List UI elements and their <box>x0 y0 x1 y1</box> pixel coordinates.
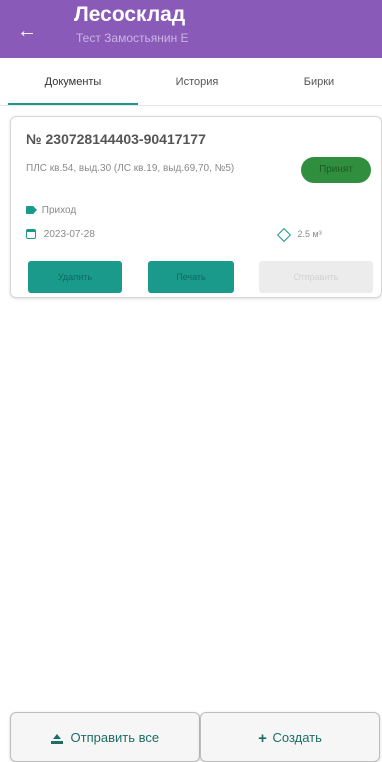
tag-icon <box>26 206 37 215</box>
app-title: Лесосклад <box>74 3 186 26</box>
bottom-action-bar: Отправить все + Создать <box>0 712 382 762</box>
upload-icon <box>50 733 63 744</box>
document-date-row: 2023-07-28 <box>26 229 95 240</box>
plus-icon: + <box>258 729 267 747</box>
arrow-left-icon: ← <box>17 20 37 42</box>
document-description: ПЛС кв.54, выд.30 (ЛС кв.19, выд.69,70, … <box>26 163 235 174</box>
app-subtitle: Тест Замостьянин Е <box>76 31 189 45</box>
document-card[interactable]: № 230728144403-90417177 ПЛС кв.54, выд.3… <box>10 116 382 298</box>
tab-documents[interactable]: Документы <box>8 58 138 106</box>
document-volume: 2.5 м³ <box>297 229 322 239</box>
document-type-row: Приход <box>26 205 76 216</box>
send-button[interactable]: Отправить <box>259 261 373 293</box>
status-badge: Принят <box>301 157 371 183</box>
calendar-icon <box>26 229 36 240</box>
document-type: Приход <box>41 205 77 216</box>
create-label: Создать <box>272 730 322 745</box>
active-tab-indicator <box>8 103 138 105</box>
document-date: 2023-07-28 <box>43 229 95 240</box>
tab-history[interactable]: История <box>138 58 256 106</box>
print-button[interactable]: Печать <box>148 261 234 293</box>
tab-bar: Документы История Бирки <box>0 58 382 106</box>
send-all-button[interactable]: Отправить все <box>10 712 200 762</box>
create-button[interactable]: + Создать <box>200 712 380 762</box>
document-volume-row: 2.5 м³ <box>276 227 322 242</box>
delete-button[interactable]: Удалить <box>28 261 122 293</box>
cube-icon <box>276 227 292 242</box>
send-all-label: Отправить все <box>70 730 160 745</box>
document-number: № 230728144403-90417177 <box>26 131 206 147</box>
app-bar: ← Лесосклад Тест Замостьянин Е <box>0 0 382 58</box>
back-button[interactable]: ← <box>14 18 40 44</box>
tab-tags[interactable]: Бирки <box>256 58 382 106</box>
